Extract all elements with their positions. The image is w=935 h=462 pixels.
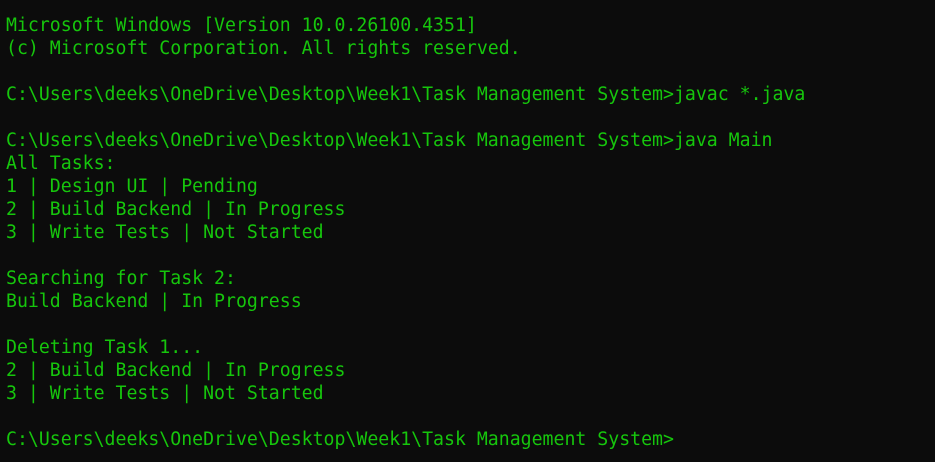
terminal-line: (c) Microsoft Corporation. All rights re… [6, 38, 521, 59]
terminal-command-line: C:\Users\deeks\OneDrive\Desktop\Week1\Ta… [6, 130, 773, 151]
terminal-output-line: 3 | Write Tests | Not Started [6, 222, 324, 243]
terminal-output-line: 3 | Write Tests | Not Started [6, 383, 324, 404]
terminal-output-line: 2 | Build Backend | In Progress [6, 199, 346, 220]
terminal-output-line: Build Backend | In Progress [6, 291, 302, 312]
terminal-output-line: 2 | Build Backend | In Progress [6, 360, 346, 381]
terminal-line: Microsoft Windows [Version 10.0.26100.43… [6, 15, 477, 36]
terminal-output-line: Searching for Task 2: [6, 268, 236, 289]
terminal-command-line: C:\Users\deeks\OneDrive\Desktop\Week1\Ta… [6, 84, 806, 105]
terminal-output-line: All Tasks: [6, 153, 116, 174]
terminal-output-line: 1 | Design UI | Pending [6, 176, 258, 197]
terminal-window[interactable]: Microsoft Windows [Version 10.0.26100.43… [0, 0, 935, 462]
terminal-prompt-line[interactable]: C:\Users\deeks\OneDrive\Desktop\Week1\Ta… [6, 428, 935, 451]
terminal-output-line: Deleting Task 1... [6, 337, 204, 358]
